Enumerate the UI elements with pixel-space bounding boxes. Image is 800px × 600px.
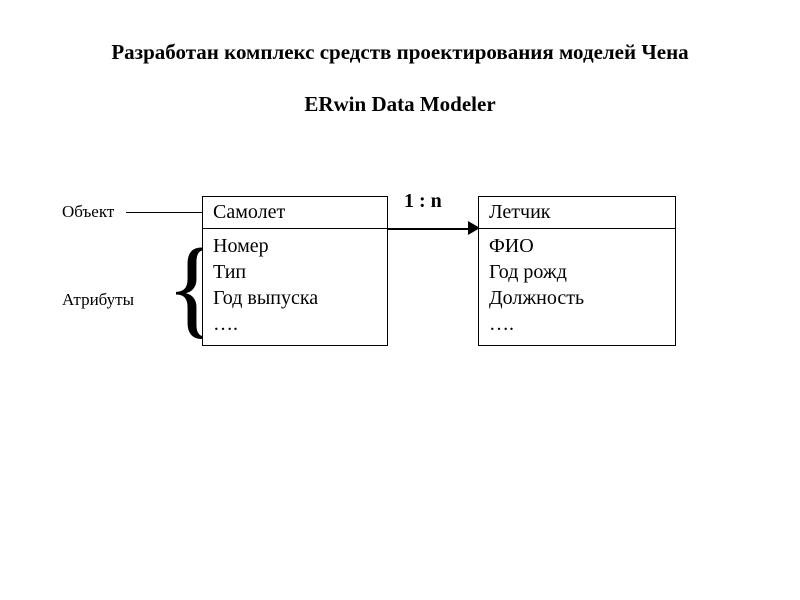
entity-right-attr: Год рожд (489, 259, 665, 285)
entity-right-attrs: ФИО Год рожд Должность …. (479, 229, 675, 345)
entity-right: Летчик ФИО Год рожд Должность …. (478, 196, 676, 346)
entity-left-attrs: Номер Тип Год выпуска …. (203, 229, 387, 345)
entity-left-attr: Тип (213, 259, 377, 285)
entity-left-header: Самолет (203, 197, 387, 229)
label-attributes: Атрибуты (62, 290, 134, 310)
entity-left-attr: …. (213, 311, 377, 337)
entity-right-attr: …. (489, 311, 665, 337)
entity-right-attr: Должность (489, 285, 665, 311)
relationship-cardinality: 1 : n (404, 190, 442, 213)
relationship-arrow-line (388, 228, 474, 230)
object-pointer-line (126, 212, 202, 213)
entity-left-attr: Год выпуска (213, 285, 377, 311)
entity-left: Самолет Номер Тип Год выпуска …. (202, 196, 388, 346)
entity-right-header: Летчик (479, 197, 675, 229)
page-title: Разработан комплекс средств проектирован… (0, 40, 800, 65)
entity-left-attr: Номер (213, 233, 377, 259)
page-subtitle: ERwin Data Modeler (0, 92, 800, 117)
label-object: Объект (62, 202, 114, 222)
entity-right-attr: ФИО (489, 233, 665, 259)
